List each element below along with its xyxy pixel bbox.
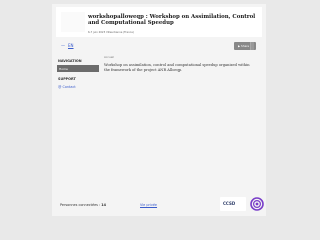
lang-en-link[interactable]: EN [68, 43, 74, 48]
ccsd-logo[interactable]: CCSD [220, 197, 246, 211]
page-title: workshopalloweqp : Workshop on Assimilat… [88, 14, 256, 27]
site-logo[interactable] [61, 12, 85, 32]
connected-users-count: 14 [101, 203, 106, 207]
connected-users: Personnes connectées : 14 [60, 203, 106, 207]
sidebar-item-label: Home [59, 66, 68, 71]
support-heading: SUPPORT [58, 77, 76, 81]
site-header: workshopalloweqp : Workshop on Assimilat… [56, 7, 262, 37]
connected-users-label: Personnes connectées : [60, 203, 101, 207]
lang-fr-link[interactable]: — [61, 43, 65, 48]
ccsd-logo-text: CCSD [223, 201, 236, 206]
breadcrumb: Accueil [104, 55, 114, 59]
privacy-link[interactable]: Vie privée [140, 203, 157, 207]
share-label: ▶ Share [238, 44, 250, 48]
share-button[interactable]: ▶ Share [234, 42, 256, 50]
navigation-heading: NAVIGATION [58, 59, 82, 63]
sidebar-item-home[interactable]: Home [57, 65, 99, 72]
page-container: workshopalloweqp : Workshop on Assimilat… [52, 4, 266, 216]
workshop-description: Workshop on assimilation, control and co… [104, 63, 250, 72]
sciencesconf-logo-icon[interactable] [250, 197, 264, 211]
share-dropdown-caret[interactable] [250, 42, 254, 50]
language-bar: — EN ▶ Share [56, 42, 262, 52]
contact-link[interactable]: @ Contact [58, 85, 76, 89]
event-dates: 6-7 juin 2023 Villeurbanne (France) [88, 31, 134, 34]
site-footer: Personnes connectées : 14 Vie privée CCS… [56, 196, 264, 214]
